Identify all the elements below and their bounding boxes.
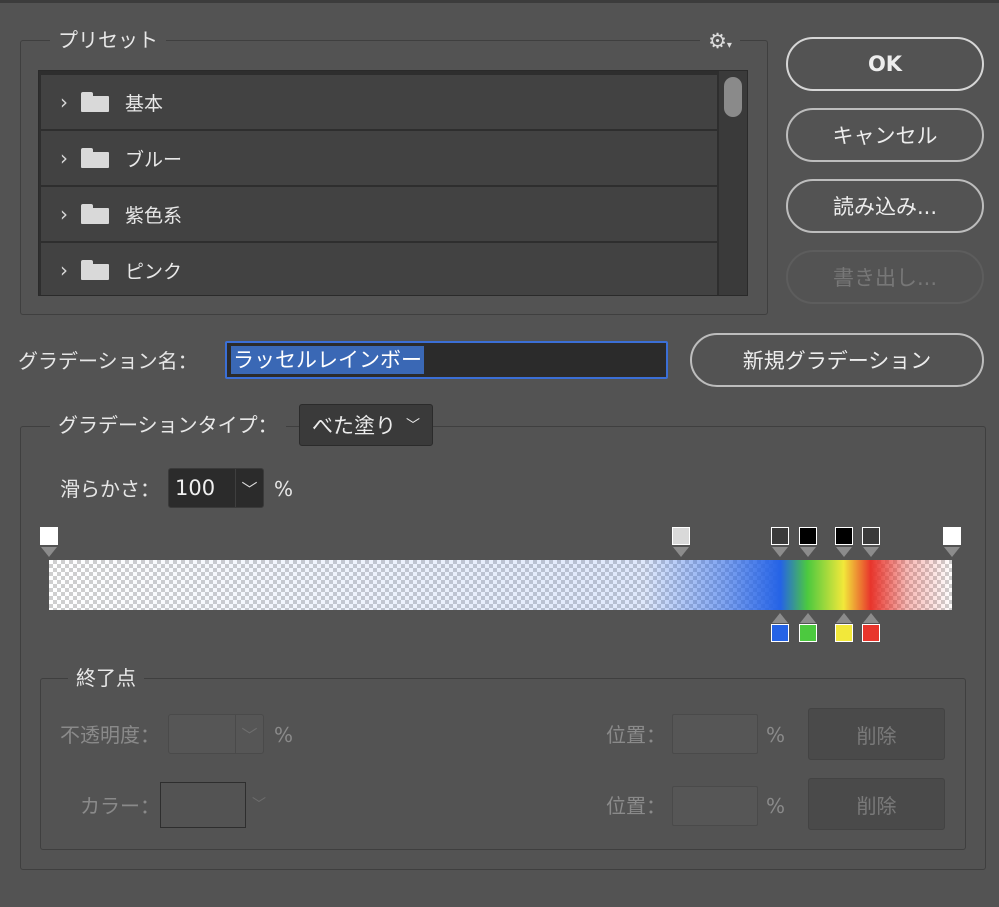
preset-legend: プリセット xyxy=(50,28,166,52)
preset-folder-label: ピンク xyxy=(125,260,183,283)
color-stop-swatch xyxy=(798,624,817,642)
gradient-color-overlay xyxy=(49,560,952,610)
opacity-location-unit: % xyxy=(766,723,786,747)
opacity-stop-swatch xyxy=(798,527,817,545)
folder-icon xyxy=(81,92,109,112)
gradient-preview-bar[interactable] xyxy=(49,560,952,610)
preset-folder-label: 紫色系 xyxy=(125,204,183,227)
folder-icon xyxy=(81,260,109,280)
color-swatch xyxy=(160,782,246,828)
preset-scrollbar-thumb[interactable] xyxy=(724,77,742,117)
color-label: カラー： xyxy=(80,794,160,818)
preset-folder-item[interactable]: › ブルー xyxy=(41,131,717,185)
color-stop-swatch xyxy=(861,624,880,642)
color-stop-pointer xyxy=(835,613,852,623)
opacity-stop-pointer xyxy=(799,547,816,557)
color-stop-pointer xyxy=(799,613,816,623)
export-button: 書き出し... xyxy=(786,250,984,304)
color-stop-pointer xyxy=(862,613,879,623)
opacity-location-field xyxy=(672,714,758,754)
chevron-right-icon[interactable]: › xyxy=(41,146,81,170)
gear-menu-button[interactable]: ⚙ ▾ xyxy=(700,28,740,54)
window-top-border xyxy=(0,0,999,3)
smoothness-unit: % xyxy=(274,477,294,501)
opacity-label: 不透明度： xyxy=(60,723,160,747)
preset-folder-label: ブルー xyxy=(125,148,183,171)
new-gradient-button[interactable]: 新規グラデーション xyxy=(690,333,984,387)
smoothness-combo[interactable]: 100 ﹀ xyxy=(168,468,264,508)
opacity-stop-swatch xyxy=(40,527,58,545)
preset-folder-item[interactable]: › ピンク xyxy=(41,243,717,295)
opacity-combo: ﹀ xyxy=(168,714,264,754)
opacity-stop-pointer xyxy=(41,547,57,557)
color-stop-swatch xyxy=(834,624,853,642)
preset-list[interactable]: › 基本 › ブルー › 紫色系 › ピンク xyxy=(38,70,748,296)
color-delete-button: 削除 xyxy=(808,778,945,830)
opacity-stop-pointer xyxy=(944,547,960,557)
chevron-right-icon[interactable]: › xyxy=(41,202,81,226)
preset-folder-label: 基本 xyxy=(125,92,164,115)
opacity-stop-swatch xyxy=(834,527,853,545)
smoothness-value[interactable]: 100 xyxy=(169,469,235,507)
gradient-name-label: グラデーション名： xyxy=(18,349,198,373)
chevron-down-icon: ﹀ xyxy=(406,418,420,434)
gradient-name-value[interactable]: ラッセルレインボー xyxy=(231,346,424,374)
opacity-unit: % xyxy=(274,723,294,747)
color-location-label: 位置： xyxy=(606,794,666,818)
gear-icon: ⚙ xyxy=(708,29,727,53)
ok-button[interactable]: OK xyxy=(786,37,984,91)
gradient-name-input[interactable]: ラッセルレインボー xyxy=(225,341,668,379)
dropdown-indicator-icon: ▾ xyxy=(726,39,732,51)
gradient-type-value: べた塗り xyxy=(312,414,396,438)
opacity-stop-pointer xyxy=(673,547,690,557)
color-stop-pointer xyxy=(772,613,789,623)
opacity-delete-button: 削除 xyxy=(808,708,945,760)
opacity-stop-pointer xyxy=(772,547,789,557)
opacity-stop-swatch xyxy=(672,527,691,545)
stops-legend: 終了点 xyxy=(68,666,144,690)
opacity-stop-pointer xyxy=(835,547,852,557)
opacity-stop-pointer xyxy=(862,547,879,557)
opacity-stop-swatch xyxy=(943,527,961,545)
color-location-unit: % xyxy=(766,794,786,818)
gradient-type-legend: グラデーションタイプ： xyxy=(50,413,286,437)
preset-folder-item[interactable]: › 基本 xyxy=(41,75,717,129)
chevron-down-icon[interactable]: ﹀ xyxy=(235,469,263,507)
opacity-stop-swatch xyxy=(771,527,790,545)
folder-icon xyxy=(81,204,109,224)
chevron-down-icon: ﹀ xyxy=(235,715,263,753)
chevron-right-icon[interactable]: › xyxy=(41,258,81,282)
opacity-location-label: 位置： xyxy=(606,723,666,747)
chevron-right-icon[interactable]: › xyxy=(41,90,81,114)
chevron-down-icon: ﹀ xyxy=(252,797,266,813)
cancel-button[interactable]: キャンセル xyxy=(786,108,984,162)
opacity-stop-swatch xyxy=(861,527,880,545)
preset-folder-item[interactable]: › 紫色系 xyxy=(41,187,717,241)
opacity-value xyxy=(169,715,235,753)
folder-icon xyxy=(81,148,109,168)
load-button[interactable]: 読み込み... xyxy=(786,179,984,233)
gradient-type-dropdown[interactable]: べた塗り ﹀ xyxy=(299,404,433,446)
color-stop-swatch xyxy=(771,624,790,642)
smoothness-label: 滑らかさ： xyxy=(60,477,160,501)
color-location-field xyxy=(672,786,758,826)
